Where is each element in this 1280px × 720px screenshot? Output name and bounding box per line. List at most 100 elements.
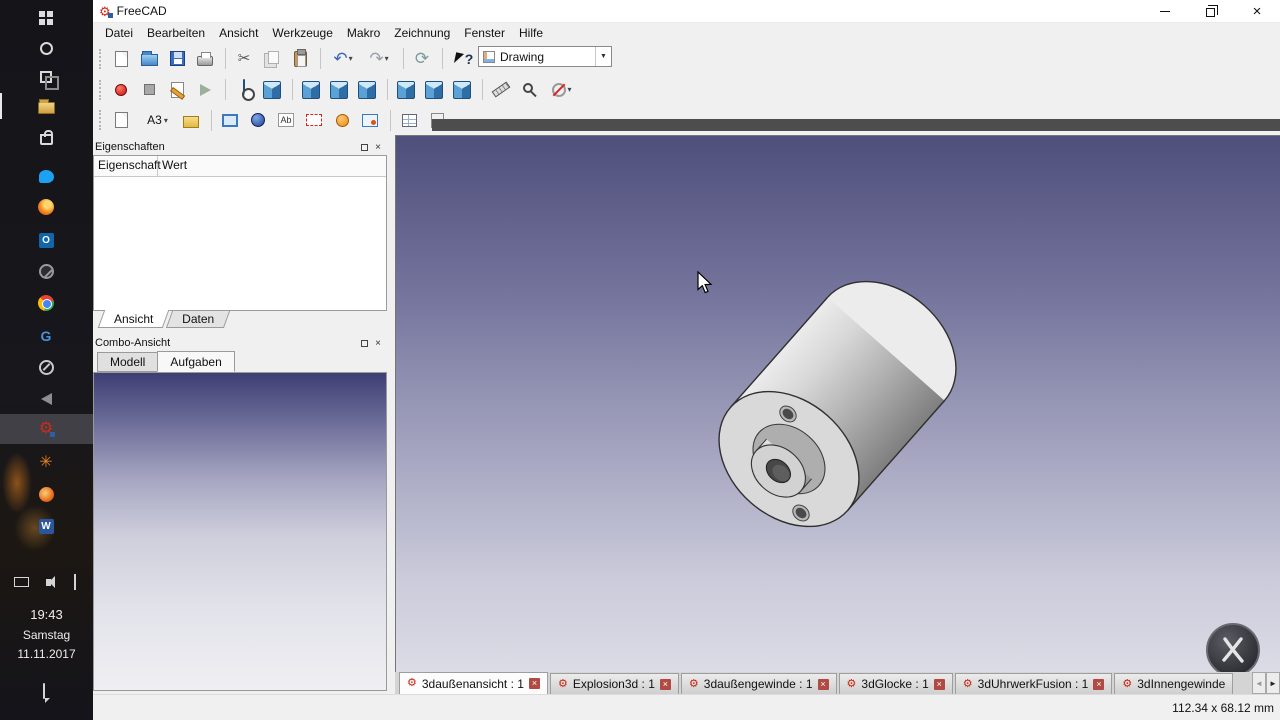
measure-distance-button[interactable]: [488, 77, 514, 103]
tab-close-icon[interactable]: ×: [660, 679, 671, 690]
whats-this-button[interactable]: ?: [448, 46, 480, 72]
undo-button[interactable]: ↶▾: [326, 46, 360, 72]
windows-start-button[interactable]: [33, 5, 59, 31]
macro-execute-button[interactable]: [192, 77, 218, 103]
panel-close-button[interactable]: ×: [371, 337, 385, 350]
panel-float-button[interactable]: [357, 141, 371, 154]
new-page-button[interactable]: [108, 107, 134, 133]
file-explorer-button[interactable]: [33, 95, 59, 121]
3d-viewport[interactable]: [395, 135, 1280, 672]
view-left-button[interactable]: [449, 77, 475, 103]
tab-ansicht[interactable]: Ansicht: [98, 310, 170, 328]
google-app-button[interactable]: G: [33, 323, 59, 349]
copy-button[interactable]: [259, 46, 285, 72]
save-button[interactable]: [164, 46, 190, 72]
task-view-button[interactable]: [33, 64, 59, 90]
view-bottom-button[interactable]: [421, 77, 447, 103]
microsoft-store-button[interactable]: [33, 124, 59, 150]
doc-tab-3dinnengewinde[interactable]: ⚙ 3dInnengewinde: [1114, 673, 1233, 694]
refresh-button[interactable]: ⟳: [409, 46, 435, 72]
toolbar-grip[interactable]: [99, 49, 103, 69]
tab-scroll-right-button[interactable]: ►: [1266, 672, 1280, 694]
second-screen-tray-button[interactable]: [14, 574, 34, 590]
column-header-wert[interactable]: Wert: [158, 156, 386, 176]
action-center-button[interactable]: [34, 682, 54, 700]
toolbar-grip[interactable]: [99, 110, 103, 130]
view-rear-button[interactable]: [393, 77, 419, 103]
properties-table-body[interactable]: [94, 177, 386, 287]
view-front-button[interactable]: [298, 77, 324, 103]
menu-fenster[interactable]: Fenster: [457, 24, 512, 42]
menu-ansicht[interactable]: Ansicht: [212, 24, 265, 42]
doc-tab-3daussenansicht[interactable]: ⚙ 3daußenansicht : 1 ×: [399, 672, 548, 694]
tab-close-icon[interactable]: ×: [529, 678, 540, 689]
page-format-selector[interactable]: A3▾: [136, 107, 176, 133]
tab-close-icon[interactable]: ×: [934, 679, 945, 690]
redo-button[interactable]: ↷▾: [362, 46, 396, 72]
tab-close-icon[interactable]: ×: [818, 679, 829, 690]
zoom-box-button[interactable]: [516, 77, 542, 103]
macro-stop-button[interactable]: [136, 77, 162, 103]
close-button[interactable]: ×: [1234, 0, 1280, 23]
doc-tab-explosion3d[interactable]: ⚙ Explosion3d : 1 ×: [550, 673, 679, 694]
panel-close-button[interactable]: ×: [371, 141, 385, 154]
page-orientation-button[interactable]: [178, 107, 204, 133]
menu-werkzeuge[interactable]: Werkzeuge: [265, 24, 339, 42]
volume-tray-button[interactable]: [42, 574, 60, 590]
menu-zeichnung[interactable]: Zeichnung: [387, 24, 457, 42]
tab-aufgaben[interactable]: Aufgaben: [157, 351, 234, 372]
workbench-selector[interactable]: Drawing ▼: [478, 46, 612, 67]
macro-record-button[interactable]: [108, 77, 134, 103]
menu-hilfe[interactable]: Hilfe: [512, 24, 550, 42]
clock-time[interactable]: 19:43: [0, 607, 93, 622]
minimize-button[interactable]: [1142, 0, 1188, 23]
cortana-button[interactable]: [33, 35, 59, 61]
draft-symbol-button[interactable]: [329, 107, 355, 133]
toolbar-grip[interactable]: [99, 80, 103, 100]
tab-daten[interactable]: Daten: [166, 311, 230, 328]
paste-button[interactable]: [287, 46, 313, 72]
announce-app-button[interactable]: [33, 386, 59, 412]
view-fit-all-button[interactable]: [231, 77, 257, 103]
spreadsheet-view-button[interactable]: [396, 107, 422, 133]
tab-modell[interactable]: Modell: [97, 352, 158, 372]
macro-edit-button[interactable]: [164, 77, 190, 103]
new-document-button[interactable]: [108, 46, 134, 72]
column-header-eigenschaft[interactable]: Eigenschaft: [94, 156, 158, 176]
freecad-taskbar-button[interactable]: ⚙: [33, 416, 59, 442]
menu-datei[interactable]: Datei: [98, 24, 140, 42]
open-document-button[interactable]: [136, 46, 162, 72]
tab-scroll-left-button[interactable]: ◄: [1252, 672, 1266, 694]
panel-float-button[interactable]: [357, 337, 371, 350]
annotation-button[interactable]: Ab: [273, 107, 299, 133]
clip-rect-button[interactable]: [301, 107, 327, 133]
clipping-plane-button[interactable]: ▾: [544, 77, 580, 103]
doc-tab-3daussengewinde[interactable]: ⚙ 3daußengewinde : 1 ×: [681, 673, 837, 694]
doc-tab-3duhrwerkfusion[interactable]: ⚙ 3dUhrwerkFusion : 1 ×: [955, 673, 1113, 694]
mail-app-button[interactable]: O: [33, 227, 59, 253]
ortho-views-button[interactable]: [245, 107, 271, 133]
cut-button[interactable]: ✂: [231, 46, 257, 72]
doc-tab-3dglocke[interactable]: ⚙ 3dGlocke : 1 ×: [839, 673, 953, 694]
word-button[interactable]: W: [33, 513, 59, 539]
menu-makro[interactable]: Makro: [340, 24, 387, 42]
compass-app-button[interactable]: [33, 354, 59, 380]
view-top-button[interactable]: [326, 77, 352, 103]
chrome-button[interactable]: [33, 290, 59, 316]
blocked-app-button[interactable]: [33, 258, 59, 284]
insert-view-button[interactable]: [217, 107, 243, 133]
browser-swirl-button[interactable]: [33, 194, 59, 220]
clock-day[interactable]: Samstag: [0, 628, 93, 642]
menu-bearbeiten[interactable]: Bearbeiten: [140, 24, 212, 42]
tray-expand-button[interactable]: [68, 576, 82, 590]
view-right-button[interactable]: [354, 77, 380, 103]
clip-group-button[interactable]: [357, 107, 383, 133]
twitter-button[interactable]: [33, 163, 59, 189]
asterisk-app-button[interactable]: ✳: [33, 450, 59, 476]
clock-date[interactable]: 11.11.2017: [0, 647, 93, 661]
view-axonometric-button[interactable]: [259, 77, 285, 103]
restore-button[interactable]: [1188, 0, 1234, 23]
swirl-app-button[interactable]: [33, 481, 59, 507]
tab-close-icon[interactable]: ×: [1093, 679, 1104, 690]
print-button[interactable]: [192, 46, 218, 72]
